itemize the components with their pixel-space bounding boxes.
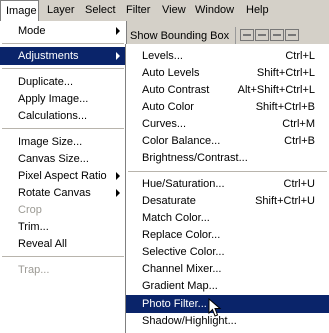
submenu-arrow-icon <box>116 52 120 60</box>
menu-item-color-balance[interactable]: Color Balance... Ctrl+B <box>126 132 329 150</box>
menu-item-rotate-canvas[interactable]: Rotate Canvas <box>0 184 126 202</box>
menu-select[interactable]: Select <box>80 0 121 21</box>
menu-item-curves[interactable]: Curves... Ctrl+M <box>126 115 329 133</box>
menu-filter[interactable]: Filter <box>121 0 155 21</box>
submenu-arrow-icon <box>116 172 120 180</box>
menu-window[interactable]: Window <box>190 0 239 21</box>
menu-image[interactable]: Image <box>0 0 39 21</box>
menu-item-canvas-size[interactable]: Canvas Size... <box>0 150 126 168</box>
align-bottom-icon[interactable] <box>270 29 284 41</box>
menu-divider <box>128 171 327 173</box>
menu-bar: Image Layer Select Filter View Window He… <box>0 0 329 22</box>
submenu-arrow-icon <box>116 27 120 35</box>
menu-divider <box>2 256 124 258</box>
menu-item-image-size[interactable]: Image Size... <box>0 133 126 151</box>
menu-item-shadow-highlight[interactable]: Shadow/Highlight... <box>126 312 329 330</box>
menu-divider <box>2 128 124 130</box>
menu-item-trim[interactable]: Trim... <box>0 218 126 236</box>
menu-item-channel-mixer[interactable]: Channel Mixer... <box>126 260 329 278</box>
menu-item-adjustments[interactable]: Adjustments <box>0 47 126 65</box>
menu-item-auto-levels[interactable]: Auto Levels Shift+Ctrl+L <box>126 64 329 82</box>
image-menu: Mode Adjustments Duplicate... Apply Imag… <box>0 21 127 333</box>
menu-item-levels[interactable]: Levels... Ctrl+L <box>126 47 329 65</box>
menu-item-gradient-map[interactable]: Gradient Map... <box>126 277 329 295</box>
menu-divider <box>2 43 124 45</box>
align-middle-icon[interactable] <box>255 29 269 41</box>
align-left-icon[interactable] <box>285 29 299 41</box>
menu-item-crop: Crop <box>18 204 42 216</box>
menu-item-brightness-contrast[interactable]: Brightness/Contrast... <box>126 149 329 167</box>
mouse-cursor-icon <box>208 298 222 317</box>
menu-item-trap: Trap... <box>18 264 50 276</box>
menu-item-apply-image[interactable]: Apply Image... <box>0 90 126 108</box>
menu-item-mode[interactable]: Mode <box>0 22 126 40</box>
align-buttons <box>240 29 300 43</box>
menu-item-photo-filter[interactable]: Photo Filter... <box>126 295 329 313</box>
menu-item-reveal-all[interactable]: Reveal All <box>0 235 126 253</box>
show-bounding-box-label: Show Bounding Box <box>130 30 230 42</box>
menu-item-desaturate[interactable]: Desaturate Shift+Ctrl+U <box>126 192 329 210</box>
menu-divider <box>2 68 124 70</box>
menu-item-selective-color[interactable]: Selective Color... <box>126 243 329 261</box>
menu-item-replace-color[interactable]: Replace Color... <box>126 226 329 244</box>
menu-item-pixel-aspect-ratio[interactable]: Pixel Aspect Ratio <box>0 167 126 185</box>
align-top-icon[interactable] <box>240 29 254 41</box>
menu-help[interactable]: Help <box>241 0 274 21</box>
menu-item-match-color[interactable]: Match Color... <box>126 209 329 227</box>
adjustments-submenu: Levels... Ctrl+L Auto Levels Shift+Ctrl+L … <box>125 44 329 333</box>
submenu-arrow-icon <box>116 189 120 197</box>
menu-item-auto-color[interactable]: Auto Color Shift+Ctrl+B <box>126 98 329 116</box>
menu-layer[interactable]: Layer <box>42 0 80 21</box>
menu-item-duplicate[interactable]: Duplicate... <box>0 73 126 91</box>
menu-item-auto-contrast[interactable]: Auto Contrast Alt+Shift+Ctrl+L <box>126 81 329 99</box>
menu-view[interactable]: View <box>157 0 191 21</box>
options-separator <box>235 27 236 45</box>
menu-item-calculations[interactable]: Calculations... <box>0 107 126 125</box>
menu-item-hue-saturation[interactable]: Hue/Saturation... Ctrl+U <box>126 175 329 193</box>
